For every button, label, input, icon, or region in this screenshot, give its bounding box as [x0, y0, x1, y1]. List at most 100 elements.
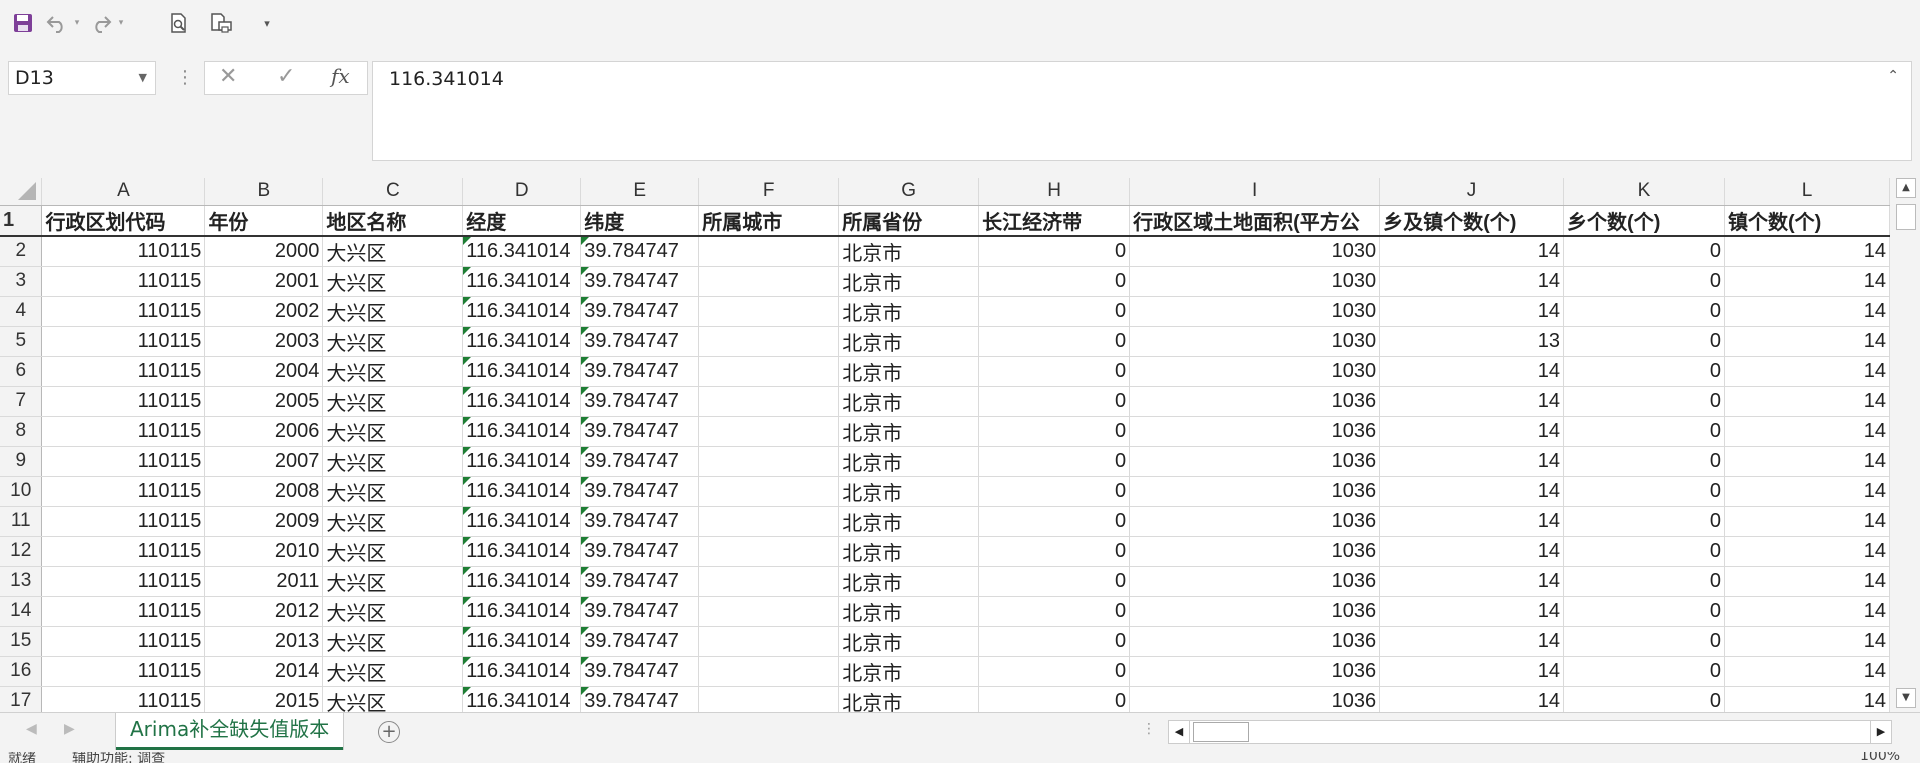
cell-year[interactable]: 2007 [204, 446, 324, 477]
cell-province[interactable]: 北京市 [838, 656, 980, 687]
cell-towns_total[interactable]: 14 [1379, 656, 1565, 687]
cell-lon[interactable]: 116.341014 [462, 656, 582, 687]
cell-code[interactable]: 110115 [41, 446, 206, 477]
cell-xiang[interactable]: 0 [1563, 626, 1725, 657]
cell-code[interactable]: 110115 [41, 536, 206, 567]
column-header-D[interactable]: D [462, 178, 582, 206]
cell-lat[interactable]: 39.784747 [580, 626, 700, 657]
cell-towns_total[interactable]: 14 [1379, 566, 1565, 597]
cell-lat[interactable]: 39.784747 [580, 386, 700, 417]
cell-code[interactable]: 110115 [41, 296, 206, 327]
cell-city[interactable] [698, 326, 840, 357]
cell-yangtze[interactable]: 0 [978, 356, 1131, 387]
cell-city[interactable] [698, 416, 840, 447]
cell-zhen[interactable]: 14 [1724, 326, 1890, 357]
sheet-tab-active[interactable]: Arima补全缺失值版本 [116, 713, 344, 750]
add-sheet-icon[interactable]: + [378, 721, 400, 743]
cell-code[interactable]: 110115 [41, 266, 206, 297]
cell-lat[interactable]: 39.784747 [580, 476, 700, 507]
cell-province[interactable]: 北京市 [838, 266, 980, 297]
save-icon[interactable] [10, 9, 36, 37]
cell-province[interactable]: 北京市 [838, 596, 980, 627]
cell-xiang[interactable]: 0 [1563, 506, 1725, 537]
cell-province[interactable]: 北京市 [838, 296, 980, 327]
name-box[interactable]: D13 ▼ [8, 61, 156, 95]
row-header[interactable]: 3 [0, 266, 43, 297]
cell-region[interactable]: 大兴区 [322, 296, 464, 327]
header-cell[interactable]: 地区名称 [322, 205, 464, 237]
cell-area[interactable]: 1036 [1129, 596, 1381, 627]
row-header[interactable]: 17 [0, 686, 43, 712]
cell-city[interactable] [698, 626, 840, 657]
cell-towns_total[interactable]: 14 [1379, 296, 1565, 327]
horizontal-scrollbar[interactable]: ◀ ▶ [1168, 720, 1892, 744]
cell-year[interactable]: 2011 [204, 566, 324, 597]
cell-region[interactable]: 大兴区 [322, 566, 464, 597]
cell-year[interactable]: 2005 [204, 386, 324, 417]
cell-yangtze[interactable]: 0 [978, 506, 1131, 537]
cell-region[interactable]: 大兴区 [322, 476, 464, 507]
cell-lon[interactable]: 116.341014 [462, 596, 582, 627]
header-cell[interactable]: 纬度 [580, 205, 700, 237]
cell-code[interactable]: 110115 [41, 506, 206, 537]
cell-lon[interactable]: 116.341014 [462, 326, 582, 357]
cell-lon[interactable]: 116.341014 [462, 386, 582, 417]
cell-zhen[interactable]: 14 [1724, 626, 1890, 657]
cell-yangtze[interactable]: 0 [978, 656, 1131, 687]
column-header-F[interactable]: F [698, 178, 840, 206]
enter-icon[interactable]: ✓ [277, 64, 295, 89]
cell-lat[interactable]: 39.784747 [580, 536, 700, 567]
cell-province[interactable]: 北京市 [838, 446, 980, 477]
cell-area[interactable]: 1036 [1129, 416, 1381, 447]
cell-area[interactable]: 1030 [1129, 326, 1381, 357]
cell-area[interactable]: 1036 [1129, 476, 1381, 507]
cell-lon[interactable]: 116.341014 [462, 536, 582, 567]
cell-towns_total[interactable]: 14 [1379, 596, 1565, 627]
cell-lon[interactable]: 116.341014 [462, 686, 582, 712]
status-accessibility[interactable]: 辅助功能: 调查 [72, 752, 165, 763]
cell-region[interactable]: 大兴区 [322, 386, 464, 417]
cell-province[interactable]: 北京市 [838, 416, 980, 447]
redo-dropdown-icon[interactable]: ▾ [116, 9, 126, 37]
cell-lat[interactable]: 39.784747 [580, 326, 700, 357]
print-preview-icon[interactable] [166, 9, 192, 37]
cell-yangtze[interactable]: 0 [978, 386, 1131, 417]
cell-xiang[interactable]: 0 [1563, 656, 1725, 687]
cell-xiang[interactable]: 0 [1563, 536, 1725, 567]
row-header[interactable]: 15 [0, 626, 43, 657]
row-header-1[interactable]: 1 [0, 205, 43, 237]
header-cell[interactable]: 经度 [462, 205, 582, 237]
cell-province[interactable]: 北京市 [838, 326, 980, 357]
cell-zhen[interactable]: 14 [1724, 416, 1890, 447]
cell-lon[interactable]: 116.341014 [462, 296, 582, 327]
cell-year[interactable]: 2012 [204, 596, 324, 627]
cell-yangtze[interactable]: 0 [978, 536, 1131, 567]
cell-yangtze[interactable]: 0 [978, 326, 1131, 357]
cell-province[interactable]: 北京市 [838, 686, 980, 712]
cell-towns_total[interactable]: 14 [1379, 386, 1565, 417]
select-all-corner[interactable] [0, 178, 43, 206]
cell-yangtze[interactable]: 0 [978, 476, 1131, 507]
cell-province[interactable]: 北京市 [838, 536, 980, 567]
cell-zhen[interactable]: 14 [1724, 266, 1890, 297]
cell-province[interactable]: 北京市 [838, 506, 980, 537]
row-header[interactable]: 8 [0, 416, 43, 447]
cell-lon[interactable]: 116.341014 [462, 506, 582, 537]
row-header[interactable]: 4 [0, 296, 43, 327]
cell-zhen[interactable]: 14 [1724, 356, 1890, 387]
cell-city[interactable] [698, 686, 840, 712]
cell-code[interactable]: 110115 [41, 386, 206, 417]
cell-xiang[interactable]: 0 [1563, 476, 1725, 507]
splitter-icon[interactable]: ⋮ [1142, 721, 1156, 737]
cell-xiang[interactable]: 0 [1563, 686, 1725, 712]
cell-towns_total[interactable]: 14 [1379, 446, 1565, 477]
cell-year[interactable]: 2013 [204, 626, 324, 657]
column-header-L[interactable]: L [1724, 178, 1890, 206]
cell-year[interactable]: 2015 [204, 686, 324, 712]
cell-towns_total[interactable]: 14 [1379, 506, 1565, 537]
cell-year[interactable]: 2014 [204, 656, 324, 687]
cell-code[interactable]: 110115 [41, 326, 206, 357]
cell-region[interactable]: 大兴区 [322, 686, 464, 712]
cell-lon[interactable]: 116.341014 [462, 446, 582, 477]
row-header[interactable]: 11 [0, 506, 43, 537]
